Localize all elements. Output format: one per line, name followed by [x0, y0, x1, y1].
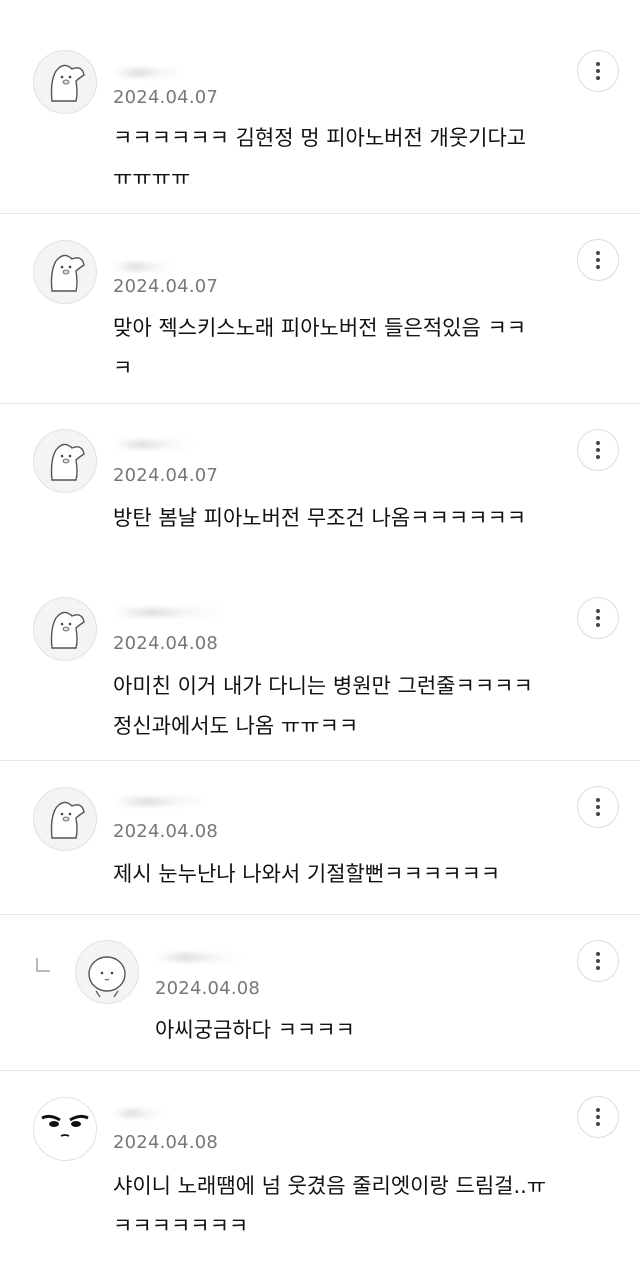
more-vertical-icon[interactable] — [577, 429, 619, 471]
more-vertical-icon[interactable] — [577, 597, 619, 639]
more-vertical-icon[interactable] — [577, 940, 619, 982]
more-vertical-icon[interactable] — [577, 50, 619, 92]
reply-indicator-icon — [36, 958, 50, 972]
comment-item: 2024.04.08 샤이니 노래땜에 넘 웃겼음 줄리엣이랑 드림걸..ㅠ ㅋ… — [0, 1071, 640, 1280]
comment-date: 2024.04.07 — [113, 276, 219, 297]
penguin-avatar[interactable] — [33, 240, 97, 304]
comment-text: 제시 눈누난나 나와서 기절할뻔ㅋㅋㅋㅋㅋㅋ — [113, 862, 501, 886]
comment-text: 아미친 이거 내가 다니는 병원만 그런줄ㅋㅋㅋㅋ 정신과에서도 나옴 ㅠㅠㅋㅋ — [113, 674, 533, 738]
more-vertical-icon[interactable] — [577, 1096, 619, 1138]
username-blurred — [114, 68, 184, 77]
username-blurred — [114, 608, 224, 617]
comment-text: 샤이니 노래땜에 넘 웃겼음 줄리엣이랑 드림걸..ㅠ ㅋㅋㅋㅋㅋㅋㅋ — [113, 1174, 547, 1238]
comment-date: 2024.04.07 — [113, 465, 219, 486]
comment-item: 2024.04.08 아씨궁금하다 ㅋㅋㅋㅋ — [0, 915, 640, 1070]
comment-item: 2024.04.07 맞아 젝스키스노래 피아노버전 들은적있음 ㅋㅋ ㅋ — [0, 214, 640, 403]
comment-text: 맞아 젝스키스노래 피아노버전 들은적있음 ㅋㅋ ㅋ — [113, 316, 527, 380]
comment-text: ㅋㅋㅋㅋㅋㅋ 김현정 멍 피아노버전 개웃기다고 ㅠㅠㅠㅠ — [113, 126, 527, 190]
comment-item: 2024.04.08 제시 눈누난나 나와서 기절할뻔ㅋㅋㅋㅋㅋㅋ — [0, 761, 640, 914]
comment-item: 2024.04.08 아미친 이거 내가 다니는 병원만 그런줄ㅋㅋㅋㅋ 정신과… — [0, 570, 640, 760]
comment-date: 2024.04.08 — [113, 821, 219, 842]
comment-date: 2024.04.08 — [155, 978, 261, 999]
username-blurred — [114, 262, 174, 271]
username-blurred — [156, 953, 241, 962]
penguin-avatar[interactable] — [33, 787, 97, 851]
username-blurred — [114, 797, 209, 806]
bun-face-avatar[interactable] — [75, 940, 139, 1004]
angry-face-avatar[interactable] — [33, 1097, 97, 1161]
more-vertical-icon[interactable] — [577, 239, 619, 281]
penguin-avatar[interactable] — [33, 597, 97, 661]
username-blurred — [114, 440, 194, 449]
comment-date: 2024.04.07 — [113, 87, 219, 108]
comment-date: 2024.04.08 — [113, 1132, 219, 1153]
penguin-avatar[interactable] — [33, 429, 97, 493]
comment-text: 방탄 봄날 피아노버전 무조건 나옴ㅋㅋㅋㅋㅋㅋ — [113, 506, 527, 530]
more-vertical-icon[interactable] — [577, 786, 619, 828]
comment-date: 2024.04.08 — [113, 633, 219, 654]
comment-item: 2024.04.07 ㅋㅋㅋㅋㅋㅋ 김현정 멍 피아노버전 개웃기다고 ㅠㅠㅠㅠ — [0, 0, 640, 213]
comment-item: 2024.04.07 방탄 봄날 피아노버전 무조건 나옴ㅋㅋㅋㅋㅋㅋ — [0, 404, 640, 570]
username-blurred — [114, 1109, 164, 1118]
comment-text: 아씨궁금하다 ㅋㅋㅋㅋ — [155, 1018, 355, 1042]
penguin-avatar[interactable] — [33, 50, 97, 114]
